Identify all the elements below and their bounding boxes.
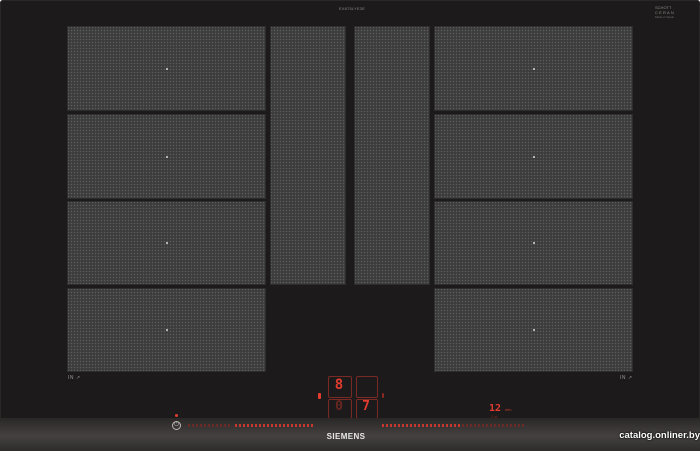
watermark: catalog.onliner.by (619, 430, 700, 441)
center-zone-right (354, 26, 430, 285)
right-flex-mark: IN ↗ (620, 375, 633, 381)
schott-line-3: Made in Spain (655, 15, 675, 20)
right-power-slider[interactable] (382, 424, 460, 427)
power-indicator-dot (175, 414, 178, 417)
upper-display-digit: 8 (334, 377, 344, 393)
right-zone-3 (434, 201, 633, 285)
right-zone-1 (434, 26, 633, 111)
lower-right-display-digit: 7 (362, 399, 370, 414)
zone-center-dot (532, 67, 535, 70)
zone-center-dot (532, 155, 535, 158)
timer-display[interactable]: 12 (486, 403, 504, 414)
upper-right-display-frame[interactable] (356, 376, 378, 398)
left-zone-2 (67, 114, 266, 199)
zone-center-dot (165, 242, 168, 244)
induction-cooktop: EX875LYE3E SCHOTT CERAN Made in Spain IN… (0, 0, 700, 451)
timer-unit: min (505, 407, 512, 412)
left-slider-dim[interactable] (188, 424, 232, 427)
left-flex-mark: IN ↗ (68, 375, 81, 381)
center-zone-left (270, 26, 346, 285)
zone-center-dot (532, 242, 535, 244)
left-power-slider[interactable] (235, 424, 313, 427)
power-icon[interactable]: ⏻ (172, 421, 181, 430)
brand-logo: SIEMENS (326, 432, 366, 441)
right-zone-2 (434, 114, 633, 199)
zone-center-dot (165, 329, 168, 331)
left-zone-3 (67, 201, 266, 285)
right-indicator (382, 393, 384, 398)
zone-center-dot (532, 329, 535, 331)
left-indicator (318, 393, 321, 399)
zone-center-dot (165, 67, 168, 70)
schott-ceran-logo: SCHOTT CERAN Made in Spain (655, 5, 685, 20)
left-zone-4 (67, 288, 266, 372)
right-zone-4 (434, 288, 633, 372)
lower-left-display-digit: 0 (335, 399, 343, 414)
zone-center-dot (165, 155, 168, 158)
left-zone-1 (67, 26, 266, 111)
model-label: EX875LYE3E (338, 6, 366, 11)
right-slider-dim[interactable] (462, 424, 526, 427)
